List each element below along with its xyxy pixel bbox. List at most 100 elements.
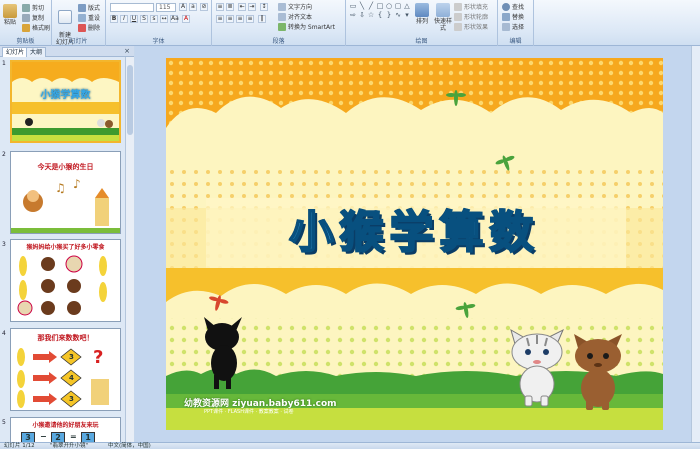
format-painter-label: 格式刷 — [32, 25, 51, 32]
line-shape-icon[interactable]: ╲ — [358, 2, 366, 10]
underline-button[interactable]: U — [130, 15, 138, 23]
justify-button[interactable]: ≡ — [246, 15, 254, 23]
fill-icon — [454, 2, 462, 11]
copy-label: 复制 — [32, 15, 45, 22]
arrange-button[interactable]: 排列 — [414, 3, 430, 25]
strikethrough-button[interactable]: S — [140, 15, 148, 23]
smartart-icon — [278, 22, 286, 31]
smartart-button[interactable]: 转换为 SmartArt — [278, 22, 335, 31]
line-spacing-button[interactable]: ↕ — [260, 3, 268, 11]
reset-button[interactable]: 重设 — [78, 13, 100, 22]
layout-label: 版式 — [88, 5, 101, 12]
font-group-label: 字体 — [152, 38, 165, 45]
copy-button[interactable]: 复制 — [22, 13, 44, 22]
brace-shape-icon[interactable]: { — [376, 11, 384, 19]
textbox-shape-icon[interactable]: ▭ — [349, 2, 357, 10]
format-painter-button[interactable]: 格式刷 — [22, 23, 50, 32]
arrow-down-shape-icon[interactable]: ⇩ — [358, 11, 366, 19]
shape-fill-button[interactable]: 形状填充 — [454, 2, 488, 11]
text-direction-label: 文字方向 — [288, 4, 313, 11]
drawing-group: ▭ ╲ ╱ □ ○ ▢ △ ⇨ ⇩ ☆ { } ∿ ▾ 排列 快速样式 形状填充… — [346, 0, 498, 46]
increase-indent-button[interactable]: ⇥ — [248, 3, 256, 11]
tab-slides[interactable]: 幻灯片 — [2, 47, 29, 57]
thumbnail-4-number-1: 3 — [69, 353, 74, 361]
align-left-button[interactable]: ≡ — [216, 15, 224, 23]
delete-button[interactable]: 删除 — [78, 23, 100, 32]
shape-outline-button[interactable]: 形状轮廓 — [454, 12, 488, 21]
font-name-select[interactable] — [110, 3, 154, 12]
thumbnail-4-number-3: 3 — [69, 395, 74, 403]
align-text-button[interactable]: 对齐文本 — [278, 12, 312, 21]
minus-sign: − — [40, 432, 47, 441]
arrange-label: 排列 — [415, 18, 428, 25]
cut-label: 剪切 — [32, 5, 45, 12]
powerpoint-window: 粘贴 剪切 复制 格式刷 剪贴板 新建 幻灯片 版式 重设 删除 幻灯片 115… — [0, 0, 700, 449]
shape-effects-button[interactable]: 形状效果 — [454, 22, 488, 31]
current-slide[interactable]: 小猴学算数 幼教资源网 ziyuan.baby611.com PPT课件 · F… — [166, 58, 663, 430]
brace-close-shape-icon[interactable]: } — [385, 11, 393, 19]
equals-sign: = — [70, 432, 77, 441]
svg-text:♪: ♪ — [73, 177, 81, 191]
font-color-button[interactable]: A — [182, 15, 190, 23]
thumbnail-3-art — [17, 255, 107, 316]
reset-icon — [78, 13, 86, 22]
bold-button[interactable]: B — [110, 15, 118, 23]
text-direction-button[interactable]: 文字方向 — [278, 2, 312, 11]
align-center-button[interactable]: ≡ — [226, 15, 234, 23]
rounded-rect-shape-icon[interactable]: ▢ — [394, 2, 402, 10]
find-label: 查找 — [512, 4, 525, 11]
font-size-select[interactable]: 115 — [156, 3, 176, 12]
delete-icon — [78, 23, 86, 32]
ribbon: 粘贴 剪切 复制 格式刷 剪贴板 新建 幻灯片 版式 重设 删除 幻灯片 115… — [0, 0, 700, 46]
replace-button[interactable]: 替换 — [502, 12, 524, 21]
find-button[interactable]: 查找 — [502, 2, 524, 11]
columns-button[interactable]: ‖ — [258, 15, 266, 23]
layout-button[interactable]: 版式 — [78, 3, 100, 12]
shape-outline-label: 形状轮廓 — [464, 14, 489, 21]
quick-styles-button[interactable]: 快速样式 — [432, 3, 454, 32]
more-shapes-icon[interactable]: ▾ — [403, 11, 411, 19]
smartart-label: 转换为 SmartArt — [288, 24, 335, 31]
slides-group: 新建 幻灯片 版式 重设 删除 幻灯片 — [52, 0, 106, 46]
svg-text:♫: ♫ — [55, 181, 66, 195]
thumbnail-frame: 小猴学算数 — [10, 60, 121, 143]
effects-icon — [454, 22, 462, 31]
char-spacing-button[interactable]: ↔ — [160, 15, 168, 23]
bullets-button[interactable]: ≡ — [216, 3, 224, 11]
thumbnail-scrollbar[interactable] — [125, 57, 134, 442]
align-text-icon — [278, 12, 286, 21]
shrink-font-button[interactable]: a — [189, 3, 197, 11]
paste-button[interactable]: 粘贴 — [2, 4, 18, 26]
italic-button[interactable]: I — [120, 15, 128, 23]
cut-button[interactable]: 剪切 — [22, 3, 44, 12]
clear-format-button[interactable]: ⊘ — [200, 3, 208, 11]
curve-shape-icon[interactable]: ∿ — [394, 11, 402, 19]
editor-scrollbar[interactable] — [691, 46, 700, 442]
slide-title[interactable]: 小猴学算数 — [166, 196, 663, 260]
copy-icon — [22, 13, 30, 22]
scroll-thumb[interactable] — [127, 65, 133, 135]
grow-font-button[interactable]: A — [179, 3, 187, 11]
triangle-shape-icon[interactable]: △ — [403, 2, 411, 10]
text-direction-icon — [278, 2, 286, 11]
close-pane-icon[interactable]: × — [124, 47, 130, 55]
line-shape-icon-2[interactable]: ╱ — [367, 2, 375, 10]
star-shape-icon[interactable]: ☆ — [367, 11, 375, 19]
pane-tabs: 幻灯片 大纲 × — [0, 46, 134, 57]
shadow-button[interactable]: s — [150, 15, 158, 23]
rect-shape-icon[interactable]: □ — [376, 2, 384, 10]
language-indicator[interactable]: 中文(简体，中国) — [108, 443, 151, 449]
oval-shape-icon[interactable]: ○ — [385, 2, 393, 10]
thumbnail-frame: 那我们来数数吧！ ? 3 4 3 — [10, 328, 121, 411]
clipboard-group-label: 剪贴板 — [16, 38, 35, 45]
numbering-button[interactable]: ≣ — [226, 3, 234, 11]
editing-group-label: 编辑 — [509, 38, 522, 45]
select-button[interactable]: 选择 — [502, 22, 524, 31]
status-bar: 幻灯片 1/12 "翡翠开升小镜" 中文(简体，中国) — [0, 442, 700, 449]
tab-outline[interactable]: 大纲 — [26, 47, 47, 57]
align-right-button[interactable]: ≡ — [236, 15, 244, 23]
decrease-indent-button[interactable]: ⇤ — [238, 3, 246, 11]
arrow-right-shape-icon[interactable]: ⇨ — [349, 11, 357, 19]
change-case-button[interactable]: Aa — [170, 15, 179, 23]
quick-styles-icon — [436, 3, 450, 17]
